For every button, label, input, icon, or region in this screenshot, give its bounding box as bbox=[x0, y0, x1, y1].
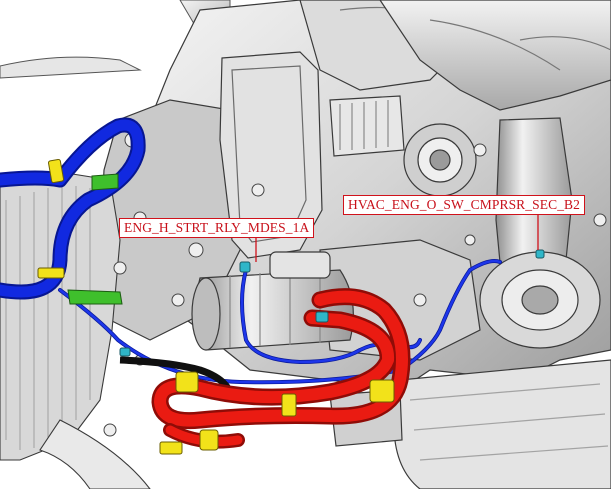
callout-hvac-compressor-switch-label: HVAC_ENG_O_SW_CMPRSR_SEC_B2 bbox=[343, 195, 586, 215]
callout-starter-relay-label: ENG_H_STRT_RLY_MDES_1A bbox=[119, 218, 315, 238]
engine-bay-illustration bbox=[0, 0, 611, 489]
